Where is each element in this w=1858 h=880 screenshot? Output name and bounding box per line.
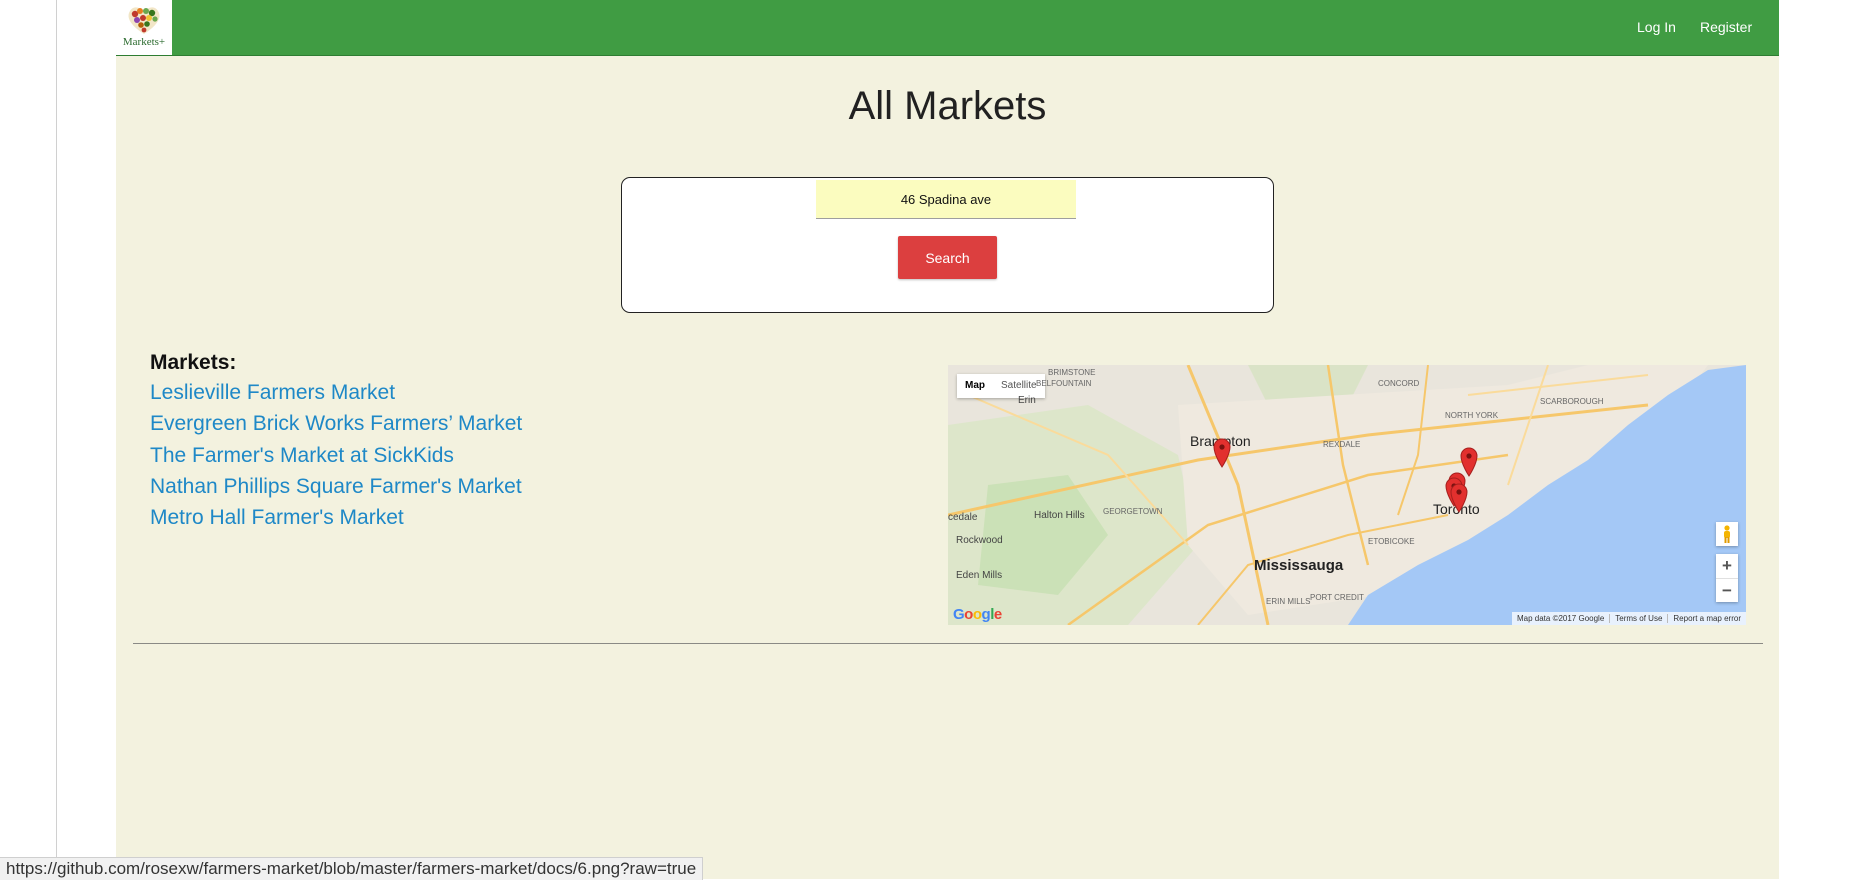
pegman-button[interactable]: [1716, 522, 1738, 546]
list-item: Metro Hall Farmer's Market: [150, 506, 522, 537]
map-label: PORT CREDIT: [1310, 593, 1364, 602]
market-link[interactable]: The Farmer's Market at SickKids: [150, 444, 454, 467]
market-link[interactable]: Leslieville Farmers Market: [150, 381, 395, 404]
zoom-in-button[interactable]: +: [1716, 554, 1738, 578]
map-label: GEORGETOWN: [1103, 507, 1163, 516]
search-panel: Search: [621, 177, 1274, 313]
markets-heading: Markets:: [150, 351, 237, 374]
map-label: SCARBOROUGH: [1540, 397, 1604, 406]
search-button[interactable]: Search: [898, 236, 997, 279]
map-label: Halton Hills: [1034, 510, 1085, 521]
status-bar-url: https://github.com/rosexw/farmers-market…: [0, 857, 704, 880]
map-label: CONCORD: [1378, 379, 1420, 388]
google-logo: Google: [953, 606, 1002, 623]
terms-of-use-link[interactable]: Terms of Use: [1609, 614, 1667, 623]
navbar: Markets+ Log In Register: [116, 0, 1779, 56]
page-container: Markets+ Log In Register All Markets Sea…: [116, 0, 1779, 879]
map-data-text: Map data ©2017 Google: [1516, 614, 1605, 623]
page-title: All Markets: [848, 84, 1047, 128]
map-label: Eden Mills: [956, 570, 1003, 581]
map-background: [948, 365, 1746, 625]
logo[interactable]: Markets+: [116, 0, 172, 55]
zoom-control: + −: [1716, 554, 1738, 602]
map-label: NORTH YORK: [1445, 411, 1499, 420]
left-rule: [56, 0, 57, 879]
google-map[interactable]: Map Satellite BRIMSTONE BELFOUNTAIN Erin…: [948, 365, 1746, 625]
logo-text: Markets+: [122, 36, 166, 48]
map-label: cedale: [948, 512, 978, 523]
list-item: Leslieville Farmers Market: [150, 381, 522, 412]
map-marker-icon[interactable]: [1450, 483, 1468, 513]
map-label: Rockwood: [956, 535, 1003, 546]
list-item: Nathan Phillips Square Farmer's Market: [150, 475, 522, 506]
market-link[interactable]: Nathan Phillips Square Farmer's Market: [150, 475, 522, 498]
address-search-input[interactable]: [816, 180, 1076, 219]
market-link[interactable]: Evergreen Brick Works Farmers’ Market: [150, 412, 522, 435]
map-attribution: Map data ©2017 Google Terms of Use Repor…: [1511, 612, 1746, 625]
login-link[interactable]: Log In: [1637, 19, 1676, 35]
map-label: BRIMSTONE: [1048, 368, 1096, 377]
logo-icon: [128, 7, 160, 34]
zoom-out-button[interactable]: −: [1716, 579, 1738, 603]
map-type-map[interactable]: Map: [957, 374, 993, 398]
report-map-error-link[interactable]: Report a map error: [1667, 614, 1746, 623]
map-label: BELFOUNTAIN: [1036, 379, 1092, 388]
divider: [133, 643, 1763, 644]
map-label: Mississauga: [1254, 557, 1344, 574]
market-list: Leslieville Farmers Market Evergreen Bri…: [150, 381, 522, 537]
map-label: REXDALE: [1323, 440, 1361, 449]
list-item: Evergreen Brick Works Farmers’ Market: [150, 412, 522, 443]
market-link[interactable]: Metro Hall Farmer's Market: [150, 506, 404, 529]
map-label: ERIN MILLS: [1266, 597, 1311, 606]
list-item: The Farmer's Market at SickKids: [150, 444, 522, 475]
register-link[interactable]: Register: [1700, 19, 1752, 35]
pegman-icon: [1724, 525, 1730, 543]
map-label: ETOBICOKE: [1368, 537, 1415, 546]
map-label: Erin: [1018, 395, 1036, 406]
map-marker-icon[interactable]: [1213, 438, 1231, 468]
